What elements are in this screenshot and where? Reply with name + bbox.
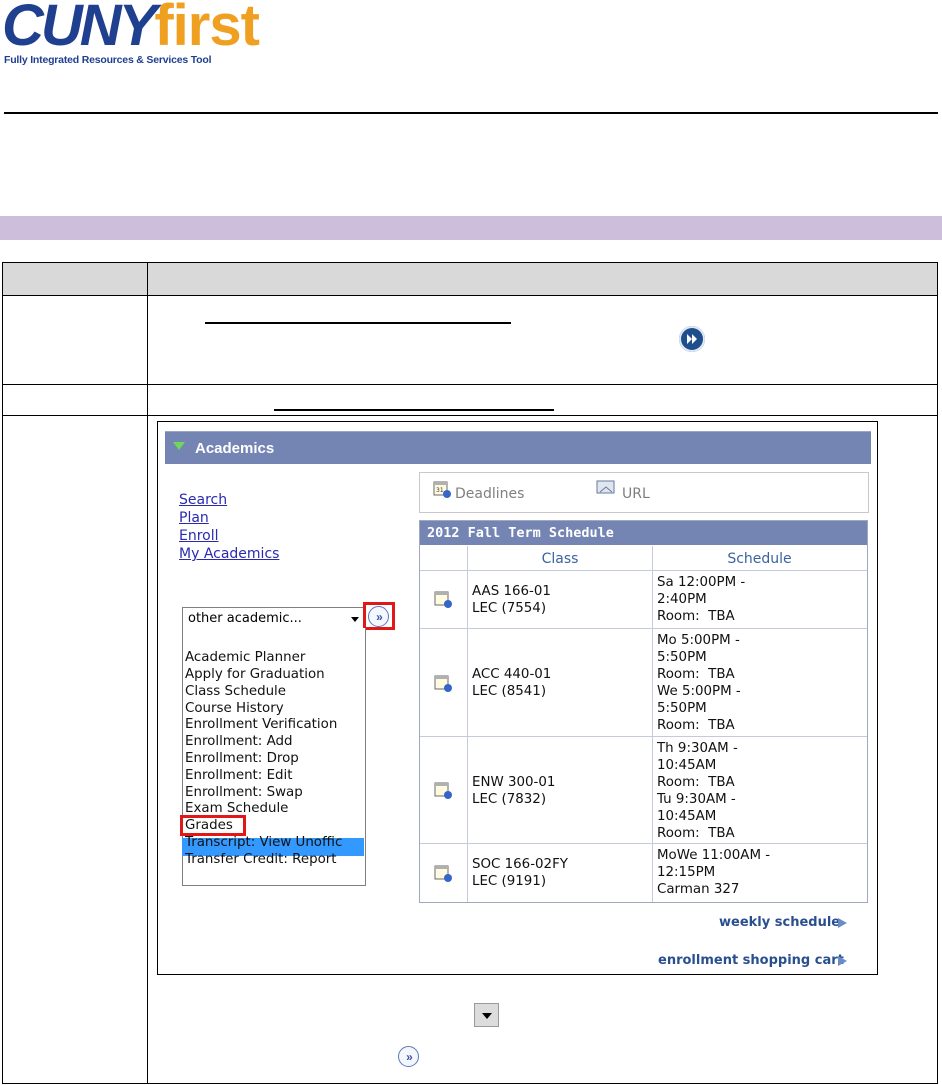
link-search[interactable]: Search [179,492,227,508]
other-academic-select[interactable]: other academic... [182,607,364,629]
calendar-info-icon: 31 [433,481,451,498]
deadlines-link[interactable]: Deadlines [455,486,524,502]
next-arrow-icon [679,326,705,352]
section-band [0,216,942,240]
option-course-history[interactable]: Course History [185,701,284,716]
option-academic-planner[interactable]: Academic Planner [185,650,305,665]
academics-title: Academics [195,440,275,457]
arrow-right-icon [838,918,847,928]
option-transcript[interactable]: Transcript: View Unoffic [185,835,363,850]
row-class: ACC 440-01 LEC (8541) [472,667,552,699]
row-schedule: Mo 5:00PM - 5:50PM Room: TBA We 5:00PM -… [657,633,741,733]
class-info-icon[interactable] [434,864,452,882]
table-column-divider [147,262,148,1084]
redacted-link-line [205,322,511,324]
row-class: SOC 166-02FY LEC (9191) [472,857,568,889]
chevron-down-icon [351,617,359,622]
option-other-academic[interactable]: other academic... [185,868,302,883]
logo-tagline: Fully Integrated Resources & Services To… [4,54,212,66]
col-class-header: Class [541,551,579,567]
row-divider [420,628,867,629]
schedule-title: 2012 Fall Term Schedule [427,525,614,541]
row-divider [420,843,867,844]
cunyfirst-logo: CUNYfirst Fully Integrated Resources & S… [2,0,260,72]
option-enrollment-drop[interactable]: Enrollment: Drop [185,751,299,766]
option-enrollment-verification[interactable]: Enrollment Verification [185,717,337,732]
row-schedule: MoWe 11:00AM - 12:15PM Carman 327 [657,848,771,897]
class-info-icon[interactable] [434,590,452,608]
row-divider [420,736,867,737]
url-handshake-icon [596,480,615,494]
option-enrollment-edit[interactable]: Enrollment: Edit [185,768,293,783]
row-divider [420,570,867,571]
table-divider [2,415,938,416]
row-class: AAS 166-01 LEC (7554) [472,584,551,616]
row-class: ENW 300-01 LEC (7832) [472,775,556,807]
logo-cuny: CUNY [2,0,157,58]
option-exam-schedule[interactable]: Exam Schedule [185,801,288,816]
url-link[interactable]: URL [622,486,650,502]
table-divider [2,384,938,385]
double-chevron-right-icon: » [406,1049,413,1064]
option-transfer-credit[interactable]: Transfer Credit: Report [185,852,363,867]
svg-text:31: 31 [436,487,444,494]
schedule-table [419,520,868,903]
option-enrollment-add[interactable]: Enrollment: Add [185,734,293,749]
go-button[interactable]: » [368,606,389,627]
select-value: other academic... [188,611,302,626]
weekly-schedule-link[interactable]: weekly schedule [719,915,840,930]
arrow-right-icon [838,956,847,966]
header-rule [4,112,938,114]
link-my-academics[interactable]: My Academics [179,546,279,562]
link-enroll[interactable]: Enroll [179,528,219,544]
enrollment-cart-link[interactable]: enrollment shopping cart [658,953,844,968]
option-enrollment-swap[interactable]: Enrollment: Swap [185,785,303,800]
table-divider [2,295,938,296]
col-divider [652,546,653,902]
go-button-icon: » [398,1046,419,1067]
row-schedule: Th 9:30AM - 10:45AM Room: TBA Tu 9:30AM … [657,741,738,841]
grades-highlight [180,815,246,836]
schedule-title-bar: 2012 Fall Term Schedule [420,521,867,545]
academics-header[interactable]: Academics [165,431,871,464]
collapse-triangle-icon[interactable] [173,442,185,450]
class-info-icon[interactable] [434,674,452,692]
logo-first: first [154,0,260,58]
option-class-schedule[interactable]: Class Schedule [185,684,286,699]
col-schedule-header: Schedule [727,551,792,567]
class-info-icon[interactable] [434,781,452,799]
dropdown-button-icon [474,1003,499,1027]
col-divider [467,546,468,902]
link-plan[interactable]: Plan [179,510,209,526]
row-schedule: Sa 12:00PM - 2:40PM Room: TBA [657,575,746,624]
redacted-link-line [274,409,554,411]
option-apply-graduation[interactable]: Apply for Graduation [185,667,325,682]
double-chevron-right-icon: » [376,609,383,624]
